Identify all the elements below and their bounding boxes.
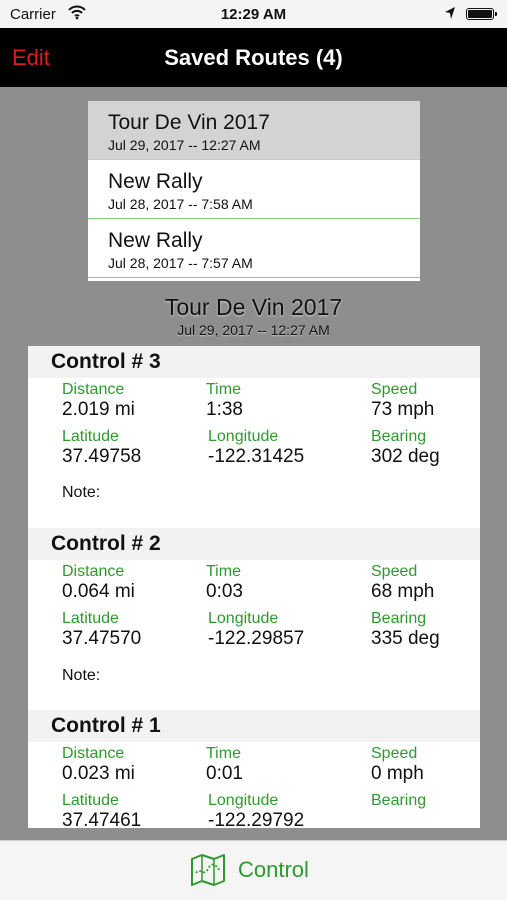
bearing-value: 335 deg [371, 628, 440, 649]
time-label: Time [206, 563, 241, 580]
longitude-value: -122.29857 [208, 628, 305, 649]
note-label: Note: [62, 484, 101, 501]
speed-value: 73 mph [371, 399, 435, 420]
controls-list[interactable]: Control # 3 Distance Time Speed 2.019 mi… [28, 346, 480, 828]
speed-value: 68 mph [371, 581, 435, 602]
latitude-label: Latitude [62, 428, 119, 445]
latitude-label: Latitude [62, 792, 119, 809]
page-title: Saved Routes (4) [164, 45, 343, 70]
speed-label: Speed [371, 745, 418, 762]
distance-value: 0.064 mi [62, 581, 135, 602]
latitude-label: Latitude [62, 610, 119, 627]
control-title: Control # 1 [51, 714, 161, 737]
control-header: Control # 1 [28, 710, 480, 742]
speed-label: Speed [371, 381, 418, 398]
control-title: Control # 3 [51, 350, 161, 373]
latitude-value: 37.49758 [62, 446, 142, 467]
longitude-label: Longitude [208, 610, 279, 627]
note-label: Note: [62, 667, 101, 684]
speed-value: 0 mph [371, 763, 424, 784]
longitude-label: Longitude [208, 792, 279, 809]
route-item[interactable]: New Rally Jul 28, 2017 -- 7:57 AM [88, 219, 420, 278]
bearing-label: Bearing [371, 428, 427, 445]
control-header: Control # 3 [28, 346, 480, 378]
route-item[interactable]: Tour De Vin 2017 Jul 29, 2017 -- 12:27 A… [88, 101, 420, 160]
longitude-label: Longitude [208, 428, 279, 445]
control-title: Control # 2 [51, 532, 161, 555]
longitude-value: -122.29792 [208, 810, 305, 828]
bearing-label: Bearing [371, 792, 427, 809]
control-header: Control # 2 [28, 528, 480, 560]
battery-icon [466, 8, 497, 20]
status-bar: Carrier 12:29 AM [0, 0, 507, 28]
navigation-bar: Edit Saved Routes (4) [0, 28, 507, 87]
speed-label: Speed [371, 563, 418, 580]
distance-value: 0.023 mi [62, 763, 135, 784]
clock: 12:29 AM [220, 6, 287, 23]
time-value: 1:38 [206, 399, 243, 420]
time-value: 0:03 [206, 581, 243, 602]
route-date: Jul 29, 2017 -- 12:27 AM [108, 137, 261, 153]
distance-label: Distance [62, 745, 125, 762]
route-name: New Rally [108, 229, 203, 252]
latitude-value: 37.47570 [62, 628, 142, 649]
route-item[interactable]: New Rally Jul 28, 2017 -- 7:58 AM [88, 160, 420, 219]
tab-control-label: Control [238, 857, 309, 882]
route-name: Tour De Vin 2017 [108, 111, 270, 134]
time-label: Time [206, 381, 241, 398]
bearing-label: Bearing [371, 610, 427, 627]
distance-value: 2.019 mi [62, 399, 135, 420]
tab-bar: Control [0, 840, 507, 900]
route-date: Jul 28, 2017 -- 7:58 AM [108, 196, 253, 212]
map-icon [190, 853, 226, 892]
time-value: 0:01 [206, 763, 243, 784]
longitude-value: -122.31425 [208, 446, 305, 467]
route-name: New Rally [108, 170, 203, 193]
route-date: Jul 28, 2017 -- 7:57 AM [108, 255, 253, 271]
distance-label: Distance [62, 563, 125, 580]
saved-routes-list[interactable]: Tour De Vin 2017 Jul 29, 2017 -- 12:27 A… [88, 101, 420, 281]
tab-control[interactable]: Control [190, 851, 330, 891]
latitude-value: 37.47461 [62, 810, 142, 828]
route-detail-date: Jul 29, 2017 -- 12:27 AM [177, 322, 330, 338]
time-label: Time [206, 745, 241, 762]
route-detail-title: Tour De Vin 2017 [164, 294, 343, 320]
location-arrow-icon [444, 6, 456, 24]
bearing-value: 302 deg [371, 446, 440, 467]
distance-label: Distance [62, 381, 125, 398]
